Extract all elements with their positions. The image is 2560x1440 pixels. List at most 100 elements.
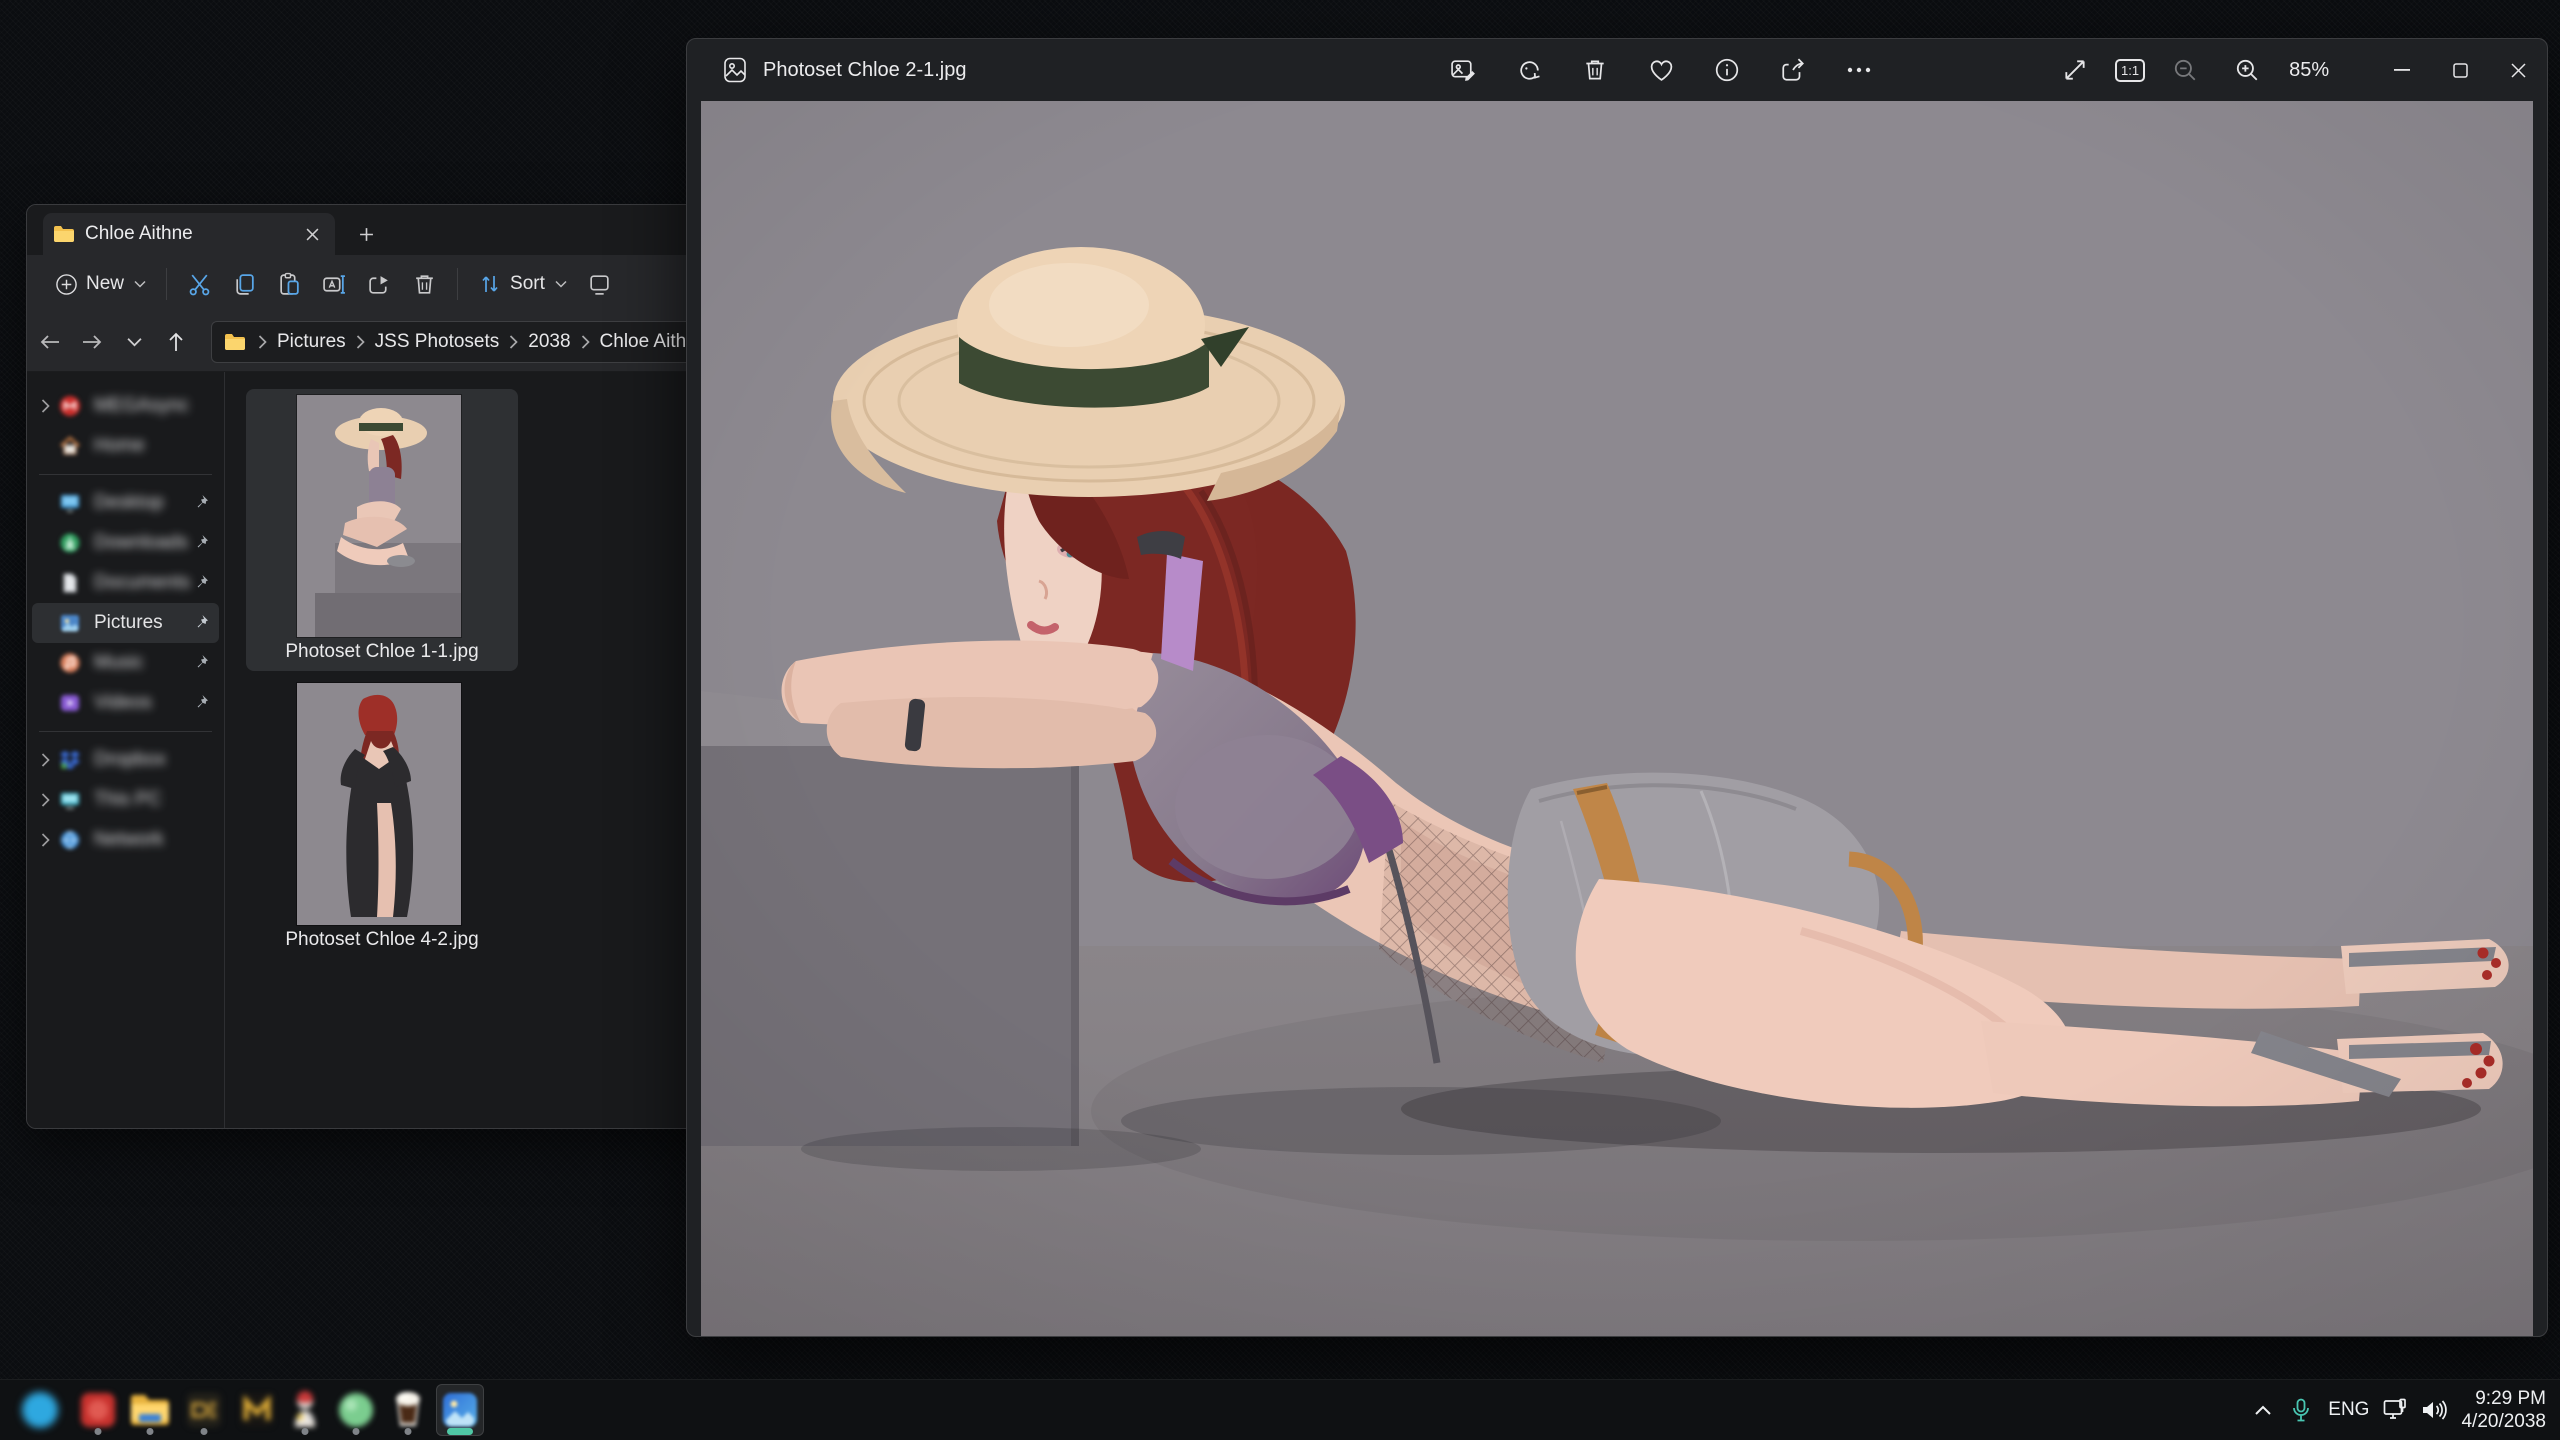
breadcrumb-item[interactable]: JSS Photosets xyxy=(371,331,504,353)
up-button[interactable] xyxy=(157,323,195,361)
back-button[interactable] xyxy=(31,323,69,361)
home-icon xyxy=(58,434,82,458)
sidebar-item-documents[interactable]: Documents xyxy=(32,563,219,603)
tab-close-icon[interactable] xyxy=(299,221,325,247)
language-indicator[interactable]: ENG xyxy=(2320,1399,2377,1421)
chevron-right-icon[interactable] xyxy=(32,753,58,767)
dropbox-icon xyxy=(58,748,82,772)
start-button[interactable] xyxy=(16,1384,64,1436)
cut-button[interactable] xyxy=(177,264,222,305)
system-tray: ENG 9:29 PM 4/20/2038 xyxy=(2244,1380,2560,1440)
sidebar-item-music[interactable]: Music xyxy=(32,643,219,683)
breadcrumb-item[interactable]: 2038 xyxy=(524,331,574,353)
file-thumbnail xyxy=(297,395,461,637)
more-button[interactable] xyxy=(1837,48,1881,92)
actual-size-button[interactable]: 1:1 xyxy=(2115,59,2145,82)
folder-icon xyxy=(53,225,75,243)
recent-locations-button[interactable] xyxy=(115,323,153,361)
maximize-button[interactable] xyxy=(2431,39,2489,101)
sort-button[interactable]: Sort xyxy=(468,264,577,304)
favorite-button[interactable] xyxy=(1639,48,1683,92)
taskbar-app-daz-studio[interactable] xyxy=(180,1384,228,1436)
tray-date: 4/20/2038 xyxy=(2461,1410,2546,1433)
sidebar-item-videos[interactable]: Videos xyxy=(32,683,219,723)
divider xyxy=(39,474,212,475)
pin-icon xyxy=(193,614,209,630)
divider xyxy=(166,268,167,300)
navigation-pane: MEGAsync Home Desktop Download xyxy=(27,372,225,1128)
sidebar-item-megasync[interactable]: MEGAsync xyxy=(32,386,219,426)
speaker-icon[interactable] xyxy=(2415,1390,2453,1430)
file-item-photoset-chloe-1-1[interactable]: Photoset Chloe 1-1.jpg xyxy=(246,389,518,671)
sidebar-item-this-pc[interactable]: This PC xyxy=(32,780,219,820)
chevron-right-icon[interactable] xyxy=(32,793,58,807)
explorer-tab[interactable]: Chloe Aithne xyxy=(43,213,335,255)
file-thumbnail xyxy=(297,683,461,925)
new-button[interactable]: New xyxy=(45,265,156,304)
share-button[interactable] xyxy=(1771,48,1815,92)
zoom-in-button[interactable] xyxy=(2225,48,2269,92)
taskbar-app-character[interactable] xyxy=(281,1384,329,1436)
delete-button[interactable] xyxy=(1573,48,1617,92)
sidebar-item-desktop[interactable]: Desktop xyxy=(32,483,219,523)
paste-button[interactable] xyxy=(267,264,312,305)
photo-viewer[interactable] xyxy=(701,101,2533,1336)
taskbar-app-mega[interactable] xyxy=(74,1384,122,1436)
tab-title: Chloe Aithne xyxy=(85,223,299,245)
breadcrumb-folder-icon xyxy=(224,333,246,351)
fullscreen-button[interactable] xyxy=(2053,48,2097,92)
chevron-right-icon xyxy=(509,335,518,349)
photos-app-window: Photoset Chloe 2-1.jpg xyxy=(686,38,2548,1337)
forward-button[interactable] xyxy=(73,323,111,361)
taskbar-app-photos[interactable] xyxy=(436,1384,484,1436)
clock[interactable]: 9:29 PM 4/20/2038 xyxy=(2453,1387,2560,1433)
minimize-button[interactable] xyxy=(2373,39,2431,101)
view-button[interactable] xyxy=(577,264,622,305)
new-tab-button[interactable] xyxy=(349,219,383,249)
info-button[interactable] xyxy=(1705,48,1749,92)
desktop: Chloe Aithne New xyxy=(0,0,2560,1440)
this-pc-icon xyxy=(58,788,82,812)
videos-icon xyxy=(58,691,82,715)
chevron-right-icon[interactable] xyxy=(32,399,58,413)
microphone-icon[interactable] xyxy=(2282,1390,2320,1430)
pin-icon xyxy=(193,534,209,550)
photos-title-bar[interactable]: Photoset Chloe 2-1.jpg xyxy=(687,39,2547,101)
network-icon[interactable] xyxy=(2377,1390,2415,1430)
breadcrumb-item[interactable]: Pictures xyxy=(273,331,350,353)
taskbar-app-m[interactable] xyxy=(233,1384,281,1436)
zoom-out-button[interactable] xyxy=(2163,48,2207,92)
file-item-photoset-chloe-4-2[interactable]: Photoset Chloe 4-2.jpg xyxy=(246,677,518,959)
network-icon xyxy=(58,828,82,852)
taskbar-app-beer[interactable] xyxy=(384,1384,432,1436)
divider xyxy=(457,268,458,300)
documents-icon xyxy=(58,571,82,595)
chevron-right-icon xyxy=(356,335,365,349)
downloads-icon xyxy=(58,531,82,555)
taskbar-app-file-explorer[interactable] xyxy=(126,1384,174,1436)
chevron-right-icon xyxy=(581,335,590,349)
chevron-right-icon xyxy=(258,335,267,349)
photos-app-icon xyxy=(721,56,749,84)
edit-image-button[interactable] xyxy=(1441,48,1485,92)
rename-button[interactable] xyxy=(312,264,357,305)
share-button[interactable] xyxy=(357,264,402,305)
desktop-icon xyxy=(58,491,82,515)
pin-icon xyxy=(193,654,209,670)
sidebar-item-downloads[interactable]: Downloads xyxy=(32,523,219,563)
sidebar-item-pictures[interactable]: Pictures xyxy=(32,603,219,643)
sidebar-item-dropbox[interactable]: Dropbox xyxy=(32,740,219,780)
chevron-right-icon[interactable] xyxy=(32,833,58,847)
file-name: Photoset Chloe 1-1.jpg xyxy=(246,641,518,663)
delete-button[interactable] xyxy=(402,264,447,305)
taskbar-app-green[interactable] xyxy=(332,1384,380,1436)
photo-render xyxy=(701,101,2533,1336)
sidebar-item-network[interactable]: Network xyxy=(32,820,219,860)
rotate-button[interactable] xyxy=(1507,48,1551,92)
close-button[interactable] xyxy=(2489,39,2547,101)
copy-button[interactable] xyxy=(222,264,267,305)
megasync-icon xyxy=(58,394,82,418)
pin-icon xyxy=(193,694,209,710)
sidebar-item-home[interactable]: Home xyxy=(32,426,219,466)
tray-chevron-up-icon[interactable] xyxy=(2244,1390,2282,1430)
